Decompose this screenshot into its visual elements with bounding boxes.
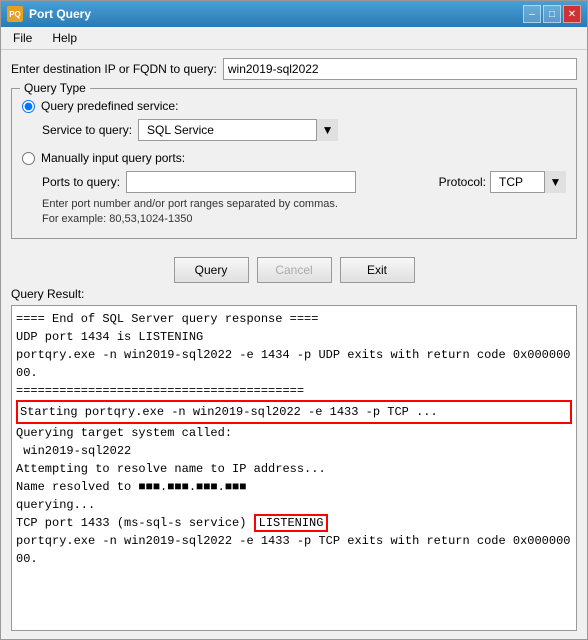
- hint-line2: For example: 80,53,1024-1350: [42, 213, 192, 225]
- result-line: Starting portqry.exe -n win2019-sql2022 …: [16, 400, 572, 424]
- menu-bar: File Help: [1, 27, 587, 50]
- destination-row: Enter destination IP or FQDN to query:: [11, 58, 577, 80]
- hint-line1: Enter port number and/or port ranges sep…: [42, 198, 338, 210]
- destination-label: Enter destination IP or FQDN to query:: [11, 62, 217, 76]
- window-title: Port Query: [29, 7, 91, 21]
- menu-help[interactable]: Help: [44, 29, 85, 47]
- menu-file[interactable]: File: [5, 29, 40, 47]
- query-button[interactable]: Query: [174, 257, 249, 283]
- result-section: Query Result: ==== End of SQL Server que…: [11, 287, 577, 631]
- main-window: PQ Port Query – □ ✕ File Help Enter dest…: [0, 0, 588, 640]
- maximize-button[interactable]: □: [543, 5, 561, 23]
- listening-badge: LISTENING: [254, 514, 329, 532]
- minimize-button[interactable]: –: [523, 5, 541, 23]
- result-box[interactable]: ==== End of SQL Server query response ==…: [11, 305, 577, 631]
- group-legend: Query Type: [20, 81, 90, 95]
- result-line: portqry.exe -n win2019-sql2022 -e 1433 -…: [16, 532, 572, 568]
- title-bar-left: PQ Port Query: [7, 6, 91, 22]
- result-line: portqry.exe -n win2019-sql2022 -e 1434 -…: [16, 346, 572, 382]
- result-line: Querying target system called:: [16, 424, 572, 442]
- result-label: Query Result:: [11, 287, 577, 301]
- predefined-label: Query predefined service:: [41, 99, 178, 113]
- predefined-radio[interactable]: [22, 100, 35, 113]
- service-row: Service to query: SQL Service DNS Servic…: [42, 119, 566, 141]
- ports-row: Ports to query: Protocol: TCP UDP Both ▼: [42, 171, 566, 193]
- service-label: Service to query:: [42, 123, 132, 137]
- result-line: ==== End of SQL Server query response ==…: [16, 310, 572, 328]
- manual-radio-row: Manually input query ports:: [22, 151, 566, 165]
- ports-label: Ports to query:: [42, 175, 120, 189]
- result-line: TCP port 1433 (ms-sql-s service) LISTENI…: [16, 514, 572, 532]
- manual-radio[interactable]: [22, 152, 35, 165]
- result-line: querying...: [16, 496, 572, 514]
- ports-input[interactable]: [126, 171, 356, 193]
- app-icon: PQ: [7, 6, 23, 22]
- protocol-select-wrapper: TCP UDP Both ▼: [490, 171, 566, 193]
- service-select[interactable]: SQL Service DNS Service HTTP FTP SMTP: [138, 119, 338, 141]
- manual-label: Manually input query ports:: [41, 151, 185, 165]
- protocol-select[interactable]: TCP UDP Both: [490, 171, 566, 193]
- title-controls: – □ ✕: [523, 5, 581, 23]
- result-line: win2019-sql2022: [16, 442, 572, 460]
- result-line: Attempting to resolve name to IP address…: [16, 460, 572, 478]
- result-line: Name resolved to ■■■.■■■.■■■.■■■: [16, 478, 572, 496]
- service-select-wrapper: SQL Service DNS Service HTTP FTP SMTP ▼: [138, 119, 338, 141]
- predefined-radio-row: Query predefined service:: [22, 99, 566, 113]
- result-line: ========================================: [16, 382, 572, 400]
- title-bar: PQ Port Query – □ ✕: [1, 1, 587, 27]
- hint-text: Enter port number and/or port ranges sep…: [42, 197, 566, 228]
- svg-text:PQ: PQ: [9, 10, 21, 19]
- close-button[interactable]: ✕: [563, 5, 581, 23]
- result-line: UDP port 1434 is LISTENING: [16, 328, 572, 346]
- main-content: Enter destination IP or FQDN to query: Q…: [1, 50, 587, 639]
- protocol-section: Protocol: TCP UDP Both ▼: [439, 171, 566, 193]
- query-type-group: Query Type Query predefined service: Ser…: [11, 88, 577, 239]
- protocol-label: Protocol:: [439, 175, 486, 189]
- cancel-button[interactable]: Cancel: [257, 257, 332, 283]
- button-row: Query Cancel Exit: [11, 257, 577, 283]
- exit-button[interactable]: Exit: [340, 257, 415, 283]
- destination-input[interactable]: [223, 58, 577, 80]
